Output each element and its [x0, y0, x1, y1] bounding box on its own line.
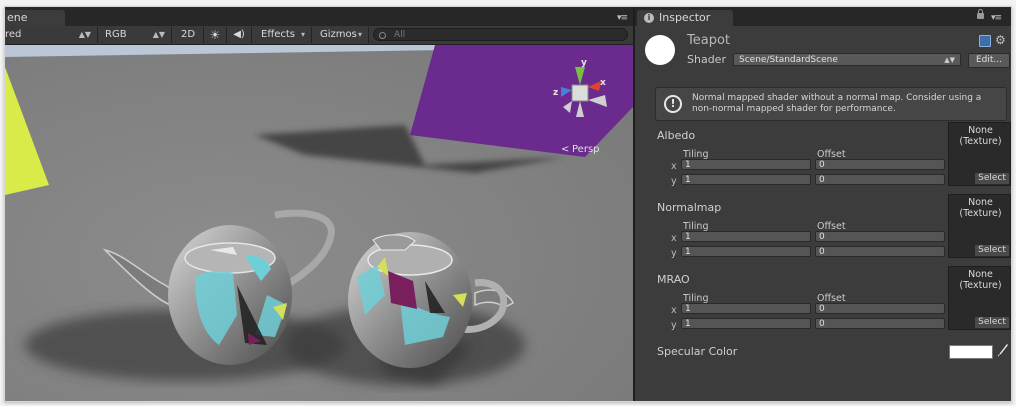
inspector-tab-bar: i Inspector ▾≡ — [635, 7, 1011, 26]
normalmap-y-label: y — [671, 248, 677, 259]
toggle-2d-button[interactable]: 2D — [173, 27, 204, 43]
normalmap-tiling-y-field[interactable]: 1 — [681, 246, 811, 257]
albedo-texture-slot[interactable]: None (Texture) Select — [948, 122, 1011, 186]
shader-label: Shader — [687, 53, 726, 66]
material-name: Teapot — [687, 33, 730, 48]
albedo-tiling-x-field[interactable]: 1 — [681, 159, 811, 170]
scene-render: y x z < Persp — [5, 45, 633, 401]
scene-panel: ene ▾≡ red ▲▼ RGB ▲▼ 2D ☀ ◀) Effects ▾ G… — [5, 7, 633, 401]
normalmap-select-button[interactable]: Select — [975, 245, 1009, 256]
tab-scene[interactable]: ene — [5, 10, 65, 26]
mrao-label: MRAO — [657, 273, 690, 286]
mrao-y-label: y — [671, 320, 677, 331]
normalmap-label: Normalmap — [657, 201, 722, 214]
effects-label: Effects — [261, 29, 295, 40]
material-header: Teapot Shader Scene/StandardScene ▲▼ Edi… — [635, 27, 1011, 75]
eyedropper-icon[interactable] — [997, 343, 1009, 357]
mrao-tiling-x-field[interactable]: 1 — [681, 303, 811, 314]
gear-icon[interactable]: ⚙ — [995, 33, 1006, 47]
scene-toolbar: red ▲▼ RGB ▲▼ 2D ☀ ◀) Effects ▾ Gizmos ▾… — [5, 26, 633, 45]
warning-helpbox: ! Normal mapped shader without a normal … — [655, 87, 1007, 121]
normalmap-offset-x-field[interactable]: 0 — [815, 231, 945, 242]
shader-value: Scene/StandardScene — [739, 55, 838, 65]
normalmap-texture-slot[interactable]: None (Texture) Select — [948, 194, 1011, 258]
gizmos-dropdown[interactable]: Gizmos ▾ — [313, 27, 369, 43]
draw-mode-dropdown[interactable]: red ▲▼ — [5, 27, 98, 43]
mrao-select-button[interactable]: Select — [975, 317, 1009, 328]
gizmo-x-label: x — [600, 78, 606, 88]
lock-icon[interactable] — [977, 9, 984, 19]
panel-menu-icon[interactable]: ▾≡ — [617, 13, 628, 23]
audio-toggle-speaker-icon[interactable]: ◀) — [227, 27, 252, 43]
material-preview-icon — [645, 35, 675, 65]
warning-message: Normal mapped shader without a normal ma… — [692, 93, 982, 114]
search-icon — [379, 32, 386, 39]
lighting-toggle-sun-icon[interactable]: ☀ — [204, 27, 227, 43]
normalmap-x-label: x — [671, 233, 677, 244]
albedo-texture-none: None (Texture) — [959, 125, 1002, 147]
normalmap-offset-y-field[interactable]: 0 — [815, 246, 945, 257]
chevron-down-icon: ▾ — [357, 30, 362, 39]
scene-tab-bar: ene ▾≡ — [5, 7, 633, 26]
chevron-down-icon: ▲▼ — [944, 56, 955, 64]
scene-viewport[interactable]: y x z < Persp — [5, 45, 633, 401]
tab-inspector[interactable]: i Inspector — [637, 10, 733, 26]
mrao-tiling-y-field[interactable]: 1 — [681, 318, 811, 329]
normalmap-texture-none: None (Texture) — [959, 197, 1002, 219]
gizmos-label: Gizmos — [320, 29, 357, 40]
projection-label[interactable]: Persp — [572, 144, 600, 155]
effects-dropdown[interactable]: Effects ▾ — [252, 27, 312, 43]
panel-menu-icon[interactable]: ▾≡ — [991, 13, 1002, 23]
gizmo-y-label: y — [581, 58, 587, 68]
chevron-down-icon: ▾ — [300, 30, 305, 39]
inspector-panel: i Inspector ▾≡ Teapot Shader Scene/Stand… — [635, 7, 1011, 401]
specular-color-swatch[interactable] — [949, 345, 993, 359]
normalmap-tiling-x-field[interactable]: 1 — [681, 231, 811, 242]
chevron-down-icon: ▲▼ — [152, 30, 165, 39]
scene-search-input[interactable]: All — [373, 28, 628, 41]
specular-color-label: Specular Color — [657, 345, 738, 358]
draw-mode-label: red — [5, 29, 22, 40]
unity-editor-window: ene ▾≡ red ▲▼ RGB ▲▼ 2D ☀ ◀) Effects ▾ G… — [4, 6, 1012, 402]
info-icon: i — [644, 13, 654, 23]
search-placeholder: All — [394, 30, 406, 40]
albedo-label: Albedo — [657, 129, 696, 142]
mrao-texture-none: None (Texture) — [959, 269, 1002, 291]
mrao-texture-slot[interactable]: None (Texture) Select — [948, 266, 1011, 330]
albedo-y-label: y — [671, 176, 677, 187]
mrao-offset-y-field[interactable]: 0 — [815, 318, 945, 329]
channels-dropdown[interactable]: RGB ▲▼ — [98, 27, 172, 43]
mrao-x-label: x — [671, 305, 677, 316]
albedo-offset-x-field[interactable]: 0 — [815, 159, 945, 170]
albedo-x-label: x — [671, 161, 677, 172]
chevron-down-icon: ▲▼ — [78, 30, 91, 39]
albedo-tiling-y-field[interactable]: 1 — [681, 174, 811, 185]
help-book-icon[interactable] — [979, 35, 991, 47]
albedo-offset-y-field[interactable]: 0 — [815, 174, 945, 185]
gizmo-z-label: z — [553, 88, 558, 98]
inspector-tab-label: Inspector — [659, 11, 711, 24]
shader-dropdown[interactable]: Scene/StandardScene ▲▼ — [733, 53, 961, 66]
channels-label: RGB — [105, 29, 127, 40]
warning-icon: ! — [664, 95, 682, 113]
projection-arrow-icon: < — [561, 144, 569, 155]
edit-shader-button[interactable]: Edit... — [968, 53, 1010, 68]
albedo-select-button[interactable]: Select — [975, 173, 1009, 184]
mrao-offset-x-field[interactable]: 0 — [815, 303, 945, 314]
